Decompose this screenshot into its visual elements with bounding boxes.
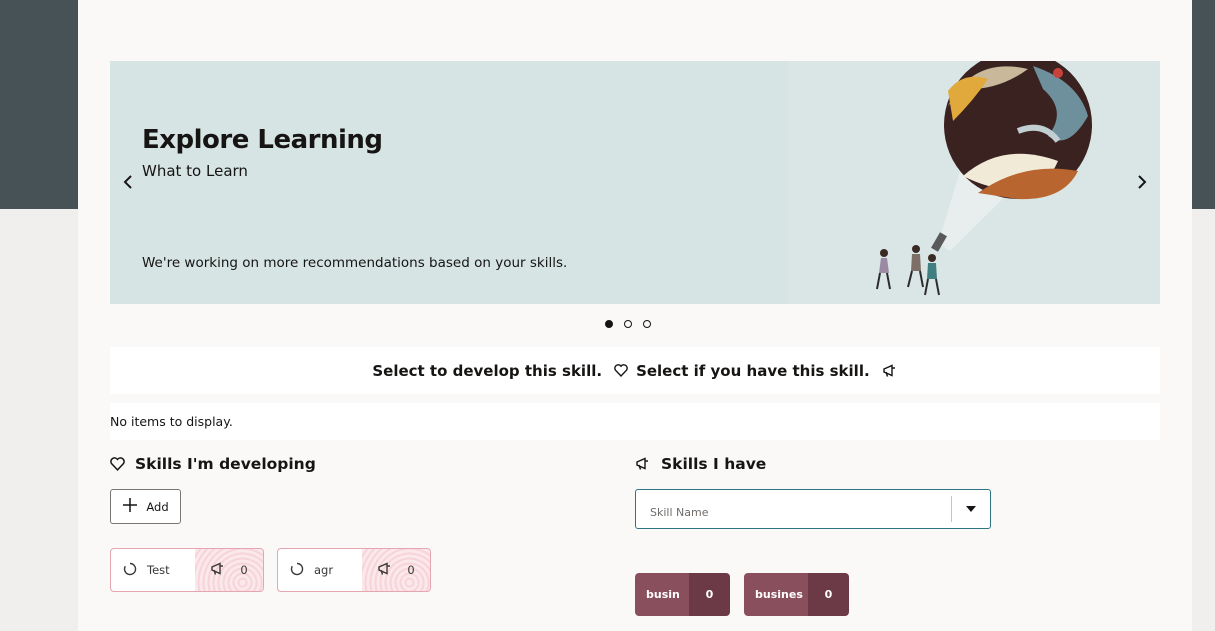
megaphone-icon [377,561,393,579]
skill-name-combobox[interactable] [635,489,991,529]
skill-count: 0 [808,573,849,616]
progress-circle-icon [123,562,137,579]
chevron-right-icon[interactable] [1132,169,1152,195]
developing-section-title: Skills I'm developing [110,455,316,473]
heart-icon [110,457,125,471]
skill-legend-bar: Select to develop this skill. Select if … [110,347,1160,394]
progress-circle-icon [290,562,304,579]
skill-name: busines [744,573,808,616]
have-section-title: Skills I have [635,455,766,473]
developing-title-text: Skills I'm developing [135,455,316,473]
developing-skill-card[interactable]: agr 0 [277,548,431,592]
have-skill-chip[interactable]: busin 0 [635,573,730,616]
carousel-pagination [605,320,665,332]
megaphone-icon [210,561,226,579]
hero-illustration [788,61,1160,304]
skill-name: Test [147,563,170,577]
chevron-left-icon[interactable] [118,169,138,195]
hero-subtitle: What to Learn [142,162,248,180]
hero-title: Explore Learning [142,125,383,155]
legend-develop-text: Select to develop this skill. [372,361,603,380]
legend-have-text: Select if you have this skill. [636,361,870,380]
megaphone-icon [882,363,898,378]
developing-skill-card[interactable]: Test 0 [110,548,264,592]
have-title-text: Skills I have [661,455,767,473]
skill-count: 0 [689,573,730,616]
empty-recommendations-message: No items to display. [110,403,1160,440]
endorsement-area[interactable]: 0 [362,549,430,591]
add-skill-button[interactable]: Add [110,489,181,524]
carousel-dot-2[interactable] [624,320,632,328]
skill-name: agr [314,563,334,577]
skill-name: busin [635,573,689,616]
skill-name-input[interactable] [648,501,942,523]
megaphone-icon [635,457,651,471]
plus-icon [122,497,138,516]
explore-learning-carousel: Explore Learning What to Learn We're wor… [110,61,1160,304]
hero-message: We're working on more recommendations ba… [142,255,568,271]
endorsement-count: 0 [407,563,415,577]
have-skill-chip[interactable]: busines 0 [744,573,849,616]
caret-down-icon[interactable] [952,490,990,527]
heart-icon [614,364,628,377]
add-button-label: Add [146,499,169,514]
endorsement-count: 0 [240,563,248,577]
endorsement-area[interactable]: 0 [195,549,263,591]
carousel-dot-3[interactable] [643,320,651,328]
carousel-dot-1[interactable] [605,320,613,328]
